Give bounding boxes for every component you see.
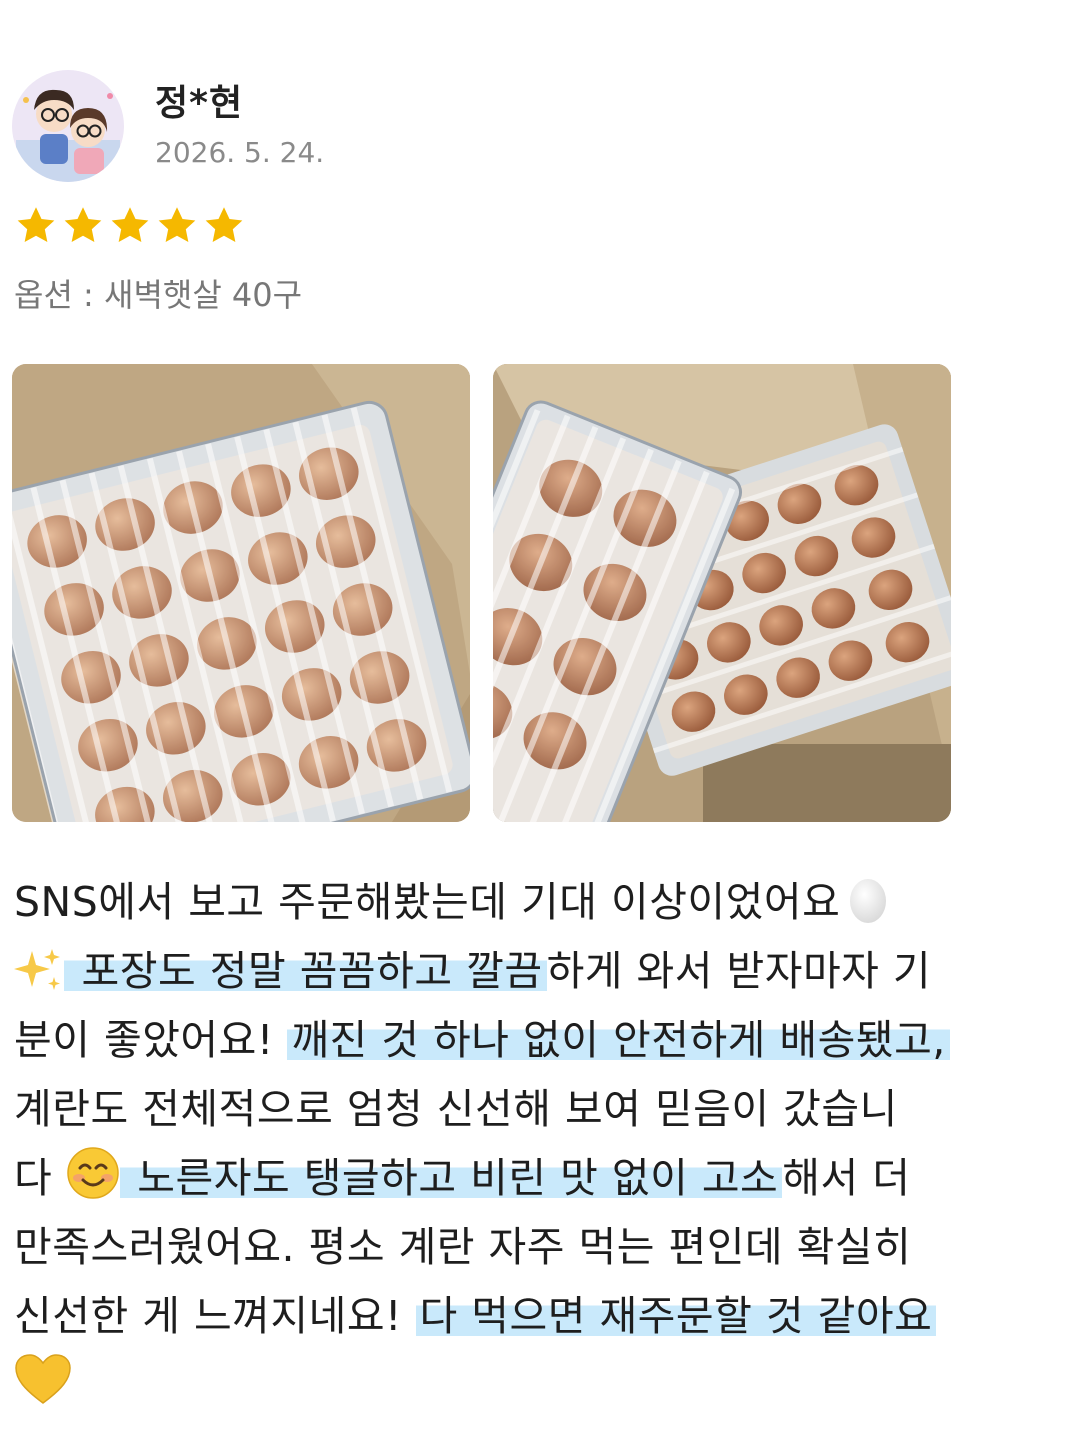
review-date: 2026. 5. 24. [155, 136, 325, 169]
smile-emoji [67, 1147, 119, 1199]
couple-illustration-avatar-icon [12, 70, 124, 182]
egg-tray-photo-1 [12, 364, 470, 822]
review-line: 계란도 전체적으로 엄청 신선해 보여 믿음이 갔습니 [14, 1085, 898, 1133]
review-photo-1[interactable] [12, 364, 470, 822]
reviewer-name: 정*현 [155, 83, 244, 124]
star-icon [205, 207, 243, 242]
star-icon [17, 207, 55, 242]
yellow-heart-emoji [15, 1354, 71, 1404]
review-line: 분이 좋았어요! 깨진 것 하나 없이 안전하게 배송됐고, [14, 1006, 1074, 1075]
review-line: 포장도 정말 꼼꼼하고 깔끔하게 와서 받자마자 기 [14, 937, 1074, 1006]
review-line: SNS에서 보고 주문해봤는데 기대 이상이었어요 [14, 868, 1074, 937]
review-photo-2[interactable] [493, 364, 951, 822]
egg-tray-photo-2 [493, 364, 951, 822]
purchase-option: 옵션 : 새벽햇살 40구 [14, 276, 303, 314]
review-line: 만족스러웠어요. 평소 계란 자주 먹는 편인데 확실히 [14, 1223, 912, 1271]
review-line [14, 1351, 1074, 1420]
review-line: 다 노른자도 탱글하고 비린 맛 없이 고소해서 더 [14, 1144, 1074, 1213]
review-line: 신선한 게 느껴지네요! 다 먹으면 재주문할 것 같아요 [14, 1282, 1074, 1351]
avatar[interactable] [12, 70, 124, 182]
sparkles-emoji [14, 949, 60, 990]
egg-emoji [850, 879, 887, 923]
star-icon [111, 207, 149, 242]
star-icon [64, 207, 102, 242]
review-body: SNS에서 보고 주문해봤는데 기대 이상이었어요 포장도 정말 꼼꼼하고 깔끔… [14, 868, 1074, 1420]
star-icon [158, 207, 196, 242]
star-rating [14, 204, 246, 248]
